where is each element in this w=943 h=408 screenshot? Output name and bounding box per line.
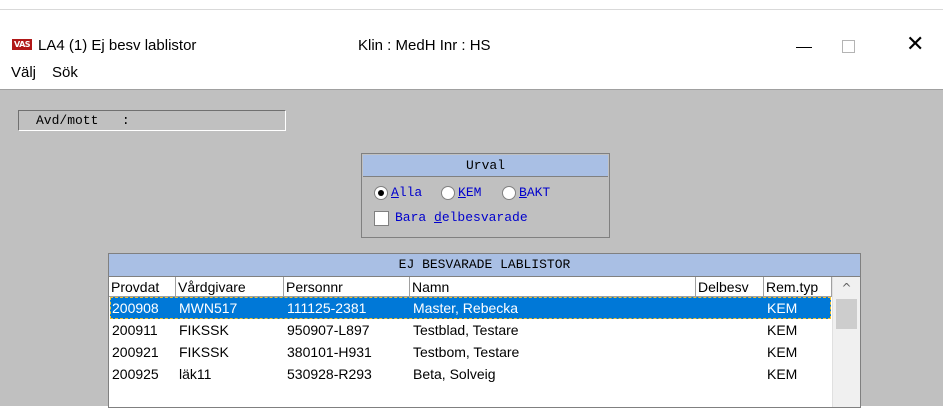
cell-namn: Master, Rebecka — [413, 300, 519, 316]
lablist-panel: EJ BESVARADE LABLISTOR Provdat Vårdgivar… — [108, 253, 861, 408]
cell-remtyp: KEM — [767, 366, 798, 382]
hotkey-a: A — [391, 185, 399, 200]
col-personnr[interactable]: Personnr — [284, 277, 410, 297]
col-remtyp[interactable]: Rem.typ — [764, 277, 832, 297]
col-delbesv[interactable]: Delbesv — [696, 277, 764, 297]
cell-namn: Testblad, Testare — [413, 322, 519, 338]
close-button[interactable]: ✕ — [893, 32, 939, 62]
bara-delbesvarade-label[interactable]: Bara delbesvarade — [395, 209, 528, 227]
label-rest: AKT — [526, 185, 551, 200]
label-rest: lla — [398, 185, 423, 200]
window-title: LA4 (1) Ej besv lablistor — [38, 37, 197, 54]
title-bar[interactable]: VAS LA4 (1) Ej besv lablistor Klin : Med… — [0, 10, 943, 60]
lablist-title: EJ BESVARADE LABLISTOR — [109, 254, 860, 277]
cell-personnr: 380101-H931 — [287, 344, 372, 360]
table-row[interactable]: 200921 FIKSSK 380101-H931 Testbom, Testa… — [110, 341, 831, 363]
menu-sok[interactable]: Sök — [52, 64, 78, 81]
label-rest: elbesvarade — [441, 210, 528, 225]
cell-provdat: 200911 — [112, 322, 158, 338]
table-row[interactable]: 200908 MWN517 111125-2381 Master, Rebeck… — [110, 297, 831, 319]
cell-personnr: 111125-2381 — [287, 300, 367, 316]
close-icon: ✕ — [906, 32, 925, 57]
col-vardgivare[interactable]: Vårdgivare — [176, 277, 284, 297]
bara-delbesvarade-checkbox[interactable] — [374, 211, 389, 226]
maximize-icon — [842, 40, 855, 53]
cell-remtyp: KEM — [767, 344, 798, 360]
hotkey-k: K — [458, 185, 466, 200]
table-row[interactable]: 200911 FIKSSK 950907-L897 Testblad, Test… — [110, 319, 831, 341]
vas-app-icon: VAS — [12, 39, 32, 50]
cell-personnr: 950907-L897 — [287, 322, 370, 338]
label-rest: EM — [465, 185, 482, 200]
cell-provdat: 200908 — [112, 300, 159, 316]
radio-unselected-icon[interactable] — [502, 186, 516, 200]
scroll-thumb[interactable] — [836, 299, 857, 329]
cell-vardgivare: FIKSSK — [179, 344, 229, 360]
menu-valj[interactable]: Välj — [11, 64, 36, 81]
table-row[interactable]: 200925 läk11 530928-R293 Beta, Solveig K… — [110, 363, 831, 385]
cell-remtyp: KEM — [767, 322, 798, 338]
urval-panel: Urval Alla KEM BAKT Bara delbesvarade — [361, 153, 610, 238]
vertical-scrollbar[interactable]: ^ — [832, 277, 860, 407]
urval-title: Urval — [363, 155, 608, 177]
client-area: Avd/mott : Urval Alla KEM BAKT Bara delb… — [0, 89, 943, 408]
cell-vardgivare: läk11 — [179, 366, 212, 382]
minimize-button[interactable] — [780, 32, 826, 62]
clinic-context: Klin : MedH Inr : HS — [358, 37, 491, 54]
hotkey-d: d — [434, 210, 442, 225]
menu-bar: Välj Sök — [0, 60, 943, 86]
cell-remtyp: KEM — [767, 300, 798, 316]
avd-mott-label: Avd/mott : — [36, 113, 130, 128]
cell-provdat: 200921 — [112, 344, 159, 360]
radio-kem-label: KEM — [458, 184, 481, 202]
radio-dot-icon — [378, 190, 384, 196]
radio-unselected-icon[interactable] — [441, 186, 455, 200]
cell-provdat: 200925 — [112, 366, 159, 382]
col-provdat[interactable]: Provdat — [109, 277, 176, 297]
col-namn[interactable]: Namn — [410, 277, 696, 297]
cell-namn: Testbom, Testare — [413, 344, 520, 360]
label-pre: Bara — [395, 210, 435, 225]
radio-bakt-label: BAKT — [519, 184, 550, 202]
radio-selected-icon[interactable] — [374, 186, 388, 200]
maximize-button[interactable] — [826, 32, 872, 62]
scroll-up-arrow-icon[interactable]: ^ — [833, 277, 860, 299]
hotkey-b: B — [519, 185, 527, 200]
radio-alla-label: Alla — [391, 184, 422, 202]
cell-namn: Beta, Solveig — [413, 366, 496, 382]
cell-personnr: 530928-R293 — [287, 366, 372, 382]
cell-vardgivare: MWN517 — [179, 300, 238, 316]
avd-mott-field[interactable]: Avd/mott : — [18, 110, 286, 131]
top-edge — [0, 0, 943, 10]
cell-vardgivare: FIKSSK — [179, 322, 229, 338]
minimize-icon — [796, 47, 812, 48]
